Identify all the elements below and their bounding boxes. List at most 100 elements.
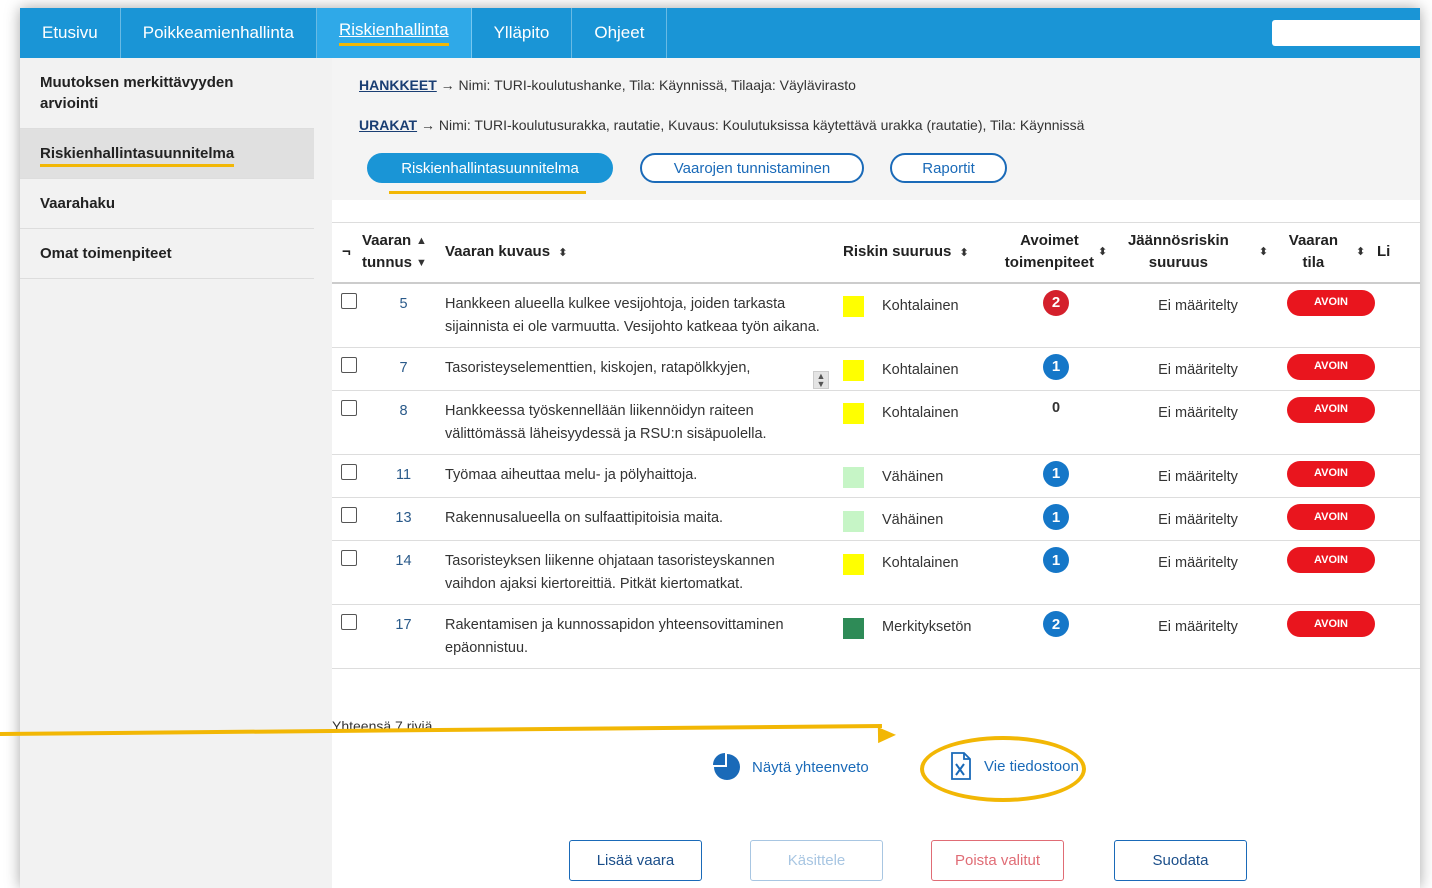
- table-row[interactable]: 7 Tasoristeyselementtien, kiskojen, rata…: [332, 347, 1420, 391]
- hazard-description[interactable]: Hankkeessa työskennellään liikennöidyn r…: [445, 390, 843, 455]
- tab-riskienhallintasuunnitelma[interactable]: Riskienhallintasuunnitelma: [367, 153, 613, 183]
- table-row[interactable]: 8 Hankkeessa työskennellään liikennöidyn…: [332, 390, 1420, 455]
- hazard-id[interactable]: 7: [362, 347, 445, 391]
- hazard-description[interactable]: Tasoristeyselementtien, kiskojen, ratapö…: [445, 347, 843, 391]
- nav-yllapito[interactable]: Ylläpito: [472, 8, 573, 58]
- risk-column-header[interactable]: Riskin suuruus ⬍: [843, 222, 993, 284]
- urakat-link[interactable]: URAKAT: [359, 117, 417, 133]
- breadcrumb-urakat: URAKAT → Nimi: TURI-koulutusurakka, raut…: [359, 117, 1084, 133]
- show-summary-link[interactable]: Näytä yhteenveto: [712, 752, 869, 782]
- state-column-header[interactable]: Vaaran tila ⬍: [1277, 222, 1377, 284]
- hankkeet-link[interactable]: HANKKEET: [359, 77, 437, 93]
- add-hazard-button[interactable]: Lisää vaara: [569, 840, 702, 881]
- nav-label: Ylläpito: [493, 23, 550, 42]
- hazard-id[interactable]: 8: [362, 390, 445, 455]
- summary-label: Näytä yhteenveto: [752, 758, 869, 776]
- select-cell[interactable]: [332, 497, 362, 542]
- hazard-id[interactable]: 11: [362, 454, 445, 499]
- open-actions-badge[interactable]: 1: [1043, 353, 1069, 380]
- nav-riskienhallinta[interactable]: Riskienhallinta: [316, 8, 472, 58]
- select-cell[interactable]: [332, 282, 362, 348]
- header-text: Avoimet: [1020, 232, 1079, 250]
- select-cell[interactable]: [332, 347, 362, 391]
- status-badge: AVOIN: [1287, 460, 1375, 487]
- risk-color-swatch: [843, 467, 864, 489]
- residual-risk-column-header[interactable]: Jäännösriskin suuruus ⬍: [1119, 222, 1277, 284]
- risk-color-swatch: [843, 510, 864, 532]
- open-actions-count[interactable]: 0: [993, 397, 1119, 420]
- more-cell: [1377, 497, 1420, 542]
- table-row[interactable]: 11 Työmaa aiheuttaa melu- ja pölyhaittoj…: [332, 454, 1420, 499]
- select-column-header[interactable]: ¬: [332, 222, 362, 284]
- hazard-id[interactable]: 13: [362, 497, 445, 542]
- id-column-header[interactable]: Vaaran tunnus ▲ ▼: [362, 222, 445, 284]
- sidebar-item-omat-toimenpiteet[interactable]: Omat toimenpiteet: [20, 229, 314, 279]
- nav-etusivu[interactable]: Etusivu: [20, 8, 121, 58]
- open-actions-cell: 1: [993, 540, 1119, 606]
- row-checkbox[interactable]: [341, 507, 357, 524]
- open-actions-column-header[interactable]: Avoimet toimenpiteet ⬍: [993, 222, 1119, 284]
- status-cell: AVOIN: [1277, 347, 1377, 391]
- table-row[interactable]: 13 Rakennusalueella on sulfaattipitoisia…: [332, 497, 1420, 542]
- hazard-description[interactable]: Hankkeen alueella kulkee vesijohtoja, jo…: [445, 282, 843, 348]
- select-cell[interactable]: [332, 604, 362, 670]
- sidebar-item-muutoksen-arviointi[interactable]: Muutoksen merkittävyyden arviointi: [20, 58, 314, 129]
- table-row[interactable]: 17 Rakentamisen ja kunnossapidon yhteens…: [332, 604, 1420, 670]
- status-badge: AVOIN: [1287, 611, 1375, 638]
- hazard-id[interactable]: 5: [362, 282, 445, 348]
- risk-level: Kohtalainen: [882, 404, 959, 421]
- sort-icon[interactable]: ⬍: [1098, 241, 1107, 263]
- open-actions-badge[interactable]: 2: [1043, 611, 1069, 638]
- hazard-description[interactable]: Tasoristeyksen liikenne ohjataan tasoris…: [445, 540, 843, 606]
- select-cell[interactable]: [332, 540, 362, 606]
- residual-risk: Ei määritelty: [1119, 604, 1277, 670]
- nav-label: Ohjeet: [594, 23, 645, 42]
- row-checkbox[interactable]: [341, 356, 357, 373]
- open-actions-badge[interactable]: 1: [1043, 504, 1069, 531]
- more-cell: [1377, 347, 1420, 391]
- handle-button[interactable]: Käsittele: [750, 840, 883, 881]
- row-checkbox[interactable]: [341, 550, 357, 567]
- table-row[interactable]: 5 Hankkeen alueella kulkee vesijohtoja, …: [332, 282, 1420, 348]
- open-actions-badge[interactable]: 1: [1043, 547, 1069, 574]
- hazard-id[interactable]: 14: [362, 540, 445, 606]
- sort-icon[interactable]: ⬍: [558, 247, 567, 259]
- sort-icon[interactable]: ⬍: [960, 247, 969, 259]
- sort-icon[interactable]: ▲ ▼: [416, 230, 427, 274]
- status-cell: AVOIN: [1277, 540, 1377, 606]
- nav-ohjeet[interactable]: Ohjeet: [572, 8, 668, 58]
- desc-column-header[interactable]: Vaaran kuvaus ⬍: [445, 222, 843, 284]
- open-actions-cell: 1: [993, 347, 1119, 391]
- top-navigation: Etusivu Poikkeamienhallinta Riskienhalli…: [20, 8, 1420, 58]
- sidebar-item-label: Vaarahaku: [40, 195, 116, 212]
- open-actions-cell: 1: [993, 497, 1119, 542]
- sort-icon[interactable]: ⬍: [1356, 241, 1365, 263]
- sort-icon[interactable]: ⬍: [1259, 241, 1268, 263]
- hazard-description[interactable]: Rakentamisen ja kunnossapidon yhteensovi…: [445, 604, 843, 670]
- hazard-id[interactable]: 17: [362, 604, 445, 670]
- delete-selected-button[interactable]: Poista valitut: [931, 840, 1064, 881]
- nav-poikkeamienhallinta[interactable]: Poikkeamienhallinta: [121, 8, 317, 58]
- tab-raportit[interactable]: Raportit: [890, 153, 1007, 183]
- urakat-details: → Nimi: TURI-koulutusurakka, rautatie, K…: [420, 117, 1085, 133]
- row-checkbox[interactable]: [341, 292, 357, 309]
- tab-vaarojen-tunnistaminen[interactable]: Vaarojen tunnistaminen: [640, 153, 864, 183]
- table-row[interactable]: 14 Tasoristeyksen liikenne ohjataan taso…: [332, 540, 1420, 606]
- more-column-header[interactable]: Li: [1377, 222, 1420, 284]
- hazard-description[interactable]: Rakennusalueella on sulfaattipitoisia ma…: [445, 497, 843, 542]
- select-cell[interactable]: [332, 454, 362, 499]
- filter-button[interactable]: Suodata: [1114, 840, 1247, 881]
- search-input[interactable]: [1272, 20, 1420, 46]
- sidebar-item-label: Muutoksen merkittävyyden arviointi: [40, 74, 234, 112]
- risk-color-swatch: [843, 553, 864, 575]
- row-checkbox[interactable]: [341, 463, 357, 480]
- sidebar-item-riskienhallintasuunnitelma[interactable]: Riskienhallintasuunnitelma: [20, 129, 314, 179]
- open-actions-badge[interactable]: 2: [1043, 289, 1069, 316]
- row-checkbox[interactable]: [341, 614, 357, 631]
- sidebar-item-vaarahaku[interactable]: Vaarahaku: [20, 179, 314, 229]
- select-cell[interactable]: [332, 390, 362, 455]
- row-resize-handle[interactable]: ▲ ▼: [813, 371, 829, 389]
- open-actions-badge[interactable]: 1: [1043, 460, 1069, 487]
- row-checkbox[interactable]: [341, 399, 357, 416]
- hazard-description[interactable]: Työmaa aiheuttaa melu- ja pölyhaittoja.: [445, 454, 843, 499]
